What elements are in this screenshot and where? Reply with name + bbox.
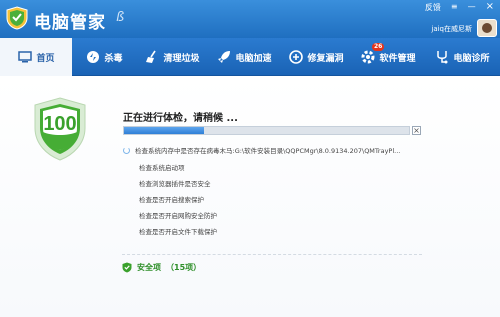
scan-status-title: 正在进行体检，请稍候 ... xyxy=(123,113,238,124)
home-icon xyxy=(17,50,32,65)
list-item: 检查是否开启文件下载保护 xyxy=(139,228,217,236)
safe-items-toggle[interactable]: 安全项 （15项） xyxy=(122,262,201,273)
window-controls: 反馈 ≡ — × xyxy=(425,2,494,13)
tab-pc-clinic[interactable]: 电脑诊所 xyxy=(424,38,500,76)
safe-items-label: 安全项 xyxy=(137,263,161,272)
antivirus-icon xyxy=(85,50,100,65)
tab-pc-clinic-label: 电脑诊所 xyxy=(453,53,490,64)
divider xyxy=(122,254,422,255)
tab-home[interactable]: 首页 xyxy=(0,38,72,76)
scan-progress-bar xyxy=(123,126,410,135)
tab-speed-up-label: 电脑加速 xyxy=(235,53,272,64)
tab-fix-vulnerabilities-label: 修复漏洞 xyxy=(307,53,344,64)
app-title: 电脑管家 xyxy=(34,13,106,33)
health-score: 100 xyxy=(43,113,77,135)
checkup-panel: 100 正在进行体检，请稍候 ... × 检查系统内存中是否存在病毒木马:G:\… xyxy=(0,77,500,317)
software-icon xyxy=(360,50,375,65)
tab-fix-vulnerabilities[interactable]: 修复漏洞 xyxy=(280,38,352,76)
tab-clean-junk-label: 清理垃圾 xyxy=(163,53,200,64)
loading-spinner-icon xyxy=(123,146,130,154)
menu-icon[interactable]: ≡ xyxy=(451,2,458,13)
feedback-link[interactable]: 反馈 xyxy=(425,2,441,13)
user-name[interactable]: jaiq在威尼斯 xyxy=(431,24,472,34)
list-item: 检查是否开启搜索保护 xyxy=(139,196,204,204)
scan-progress-fill xyxy=(124,127,204,134)
minimize-icon[interactable]: — xyxy=(468,2,476,13)
software-update-badge: 26 xyxy=(372,43,385,51)
list-item: 检查浏览器插件是否安全 xyxy=(139,180,211,188)
check-list: 检查系统启动项 检查浏览器插件是否安全 检查是否开启搜索保护 检查是否开启网购安… xyxy=(139,160,217,240)
patch-icon xyxy=(288,50,303,65)
guardian-shield-icon xyxy=(6,6,28,30)
tab-speed-up[interactable]: 电脑加速 xyxy=(208,38,280,76)
safe-shield-icon xyxy=(122,262,132,273)
main-nav: 首页 杀毒 清理垃圾 电脑加速 修复漏洞 26 软件管理 电脑诊所 xyxy=(0,38,500,76)
close-icon[interactable]: × xyxy=(486,2,494,13)
cancel-scan-button[interactable]: × xyxy=(412,126,421,135)
tab-software-manager-label: 软件管理 xyxy=(379,53,416,64)
title-bar: 电脑管家 ß 反馈 ≡ — × jaiq在威尼斯 xyxy=(0,0,500,38)
broom-icon xyxy=(144,50,159,65)
clinic-icon xyxy=(434,50,449,65)
tab-home-label: 首页 xyxy=(36,53,55,64)
list-item: 检查系统启动项 xyxy=(139,164,185,172)
safe-items-count: （15项） xyxy=(166,263,202,272)
tab-clean-junk[interactable]: 清理垃圾 xyxy=(136,38,208,76)
tab-antivirus[interactable]: 杀毒 xyxy=(72,38,136,76)
avatar[interactable] xyxy=(477,19,497,37)
list-item: 检查是否开启网购安全防护 xyxy=(139,212,217,220)
current-scan-item: 检查系统内存中是否存在病毒木马:G:\软件安装目录\QQPCMgr\8.0.91… xyxy=(135,147,401,155)
title-mark: ß xyxy=(116,10,125,25)
tab-software-manager[interactable]: 26 软件管理 xyxy=(352,38,424,76)
current-scan-row: 检查系统内存中是否存在病毒木马:G:\软件安装目录\QQPCMgr\8.0.91… xyxy=(123,145,400,155)
rocket-icon xyxy=(216,50,231,65)
tab-antivirus-label: 杀毒 xyxy=(104,53,123,64)
